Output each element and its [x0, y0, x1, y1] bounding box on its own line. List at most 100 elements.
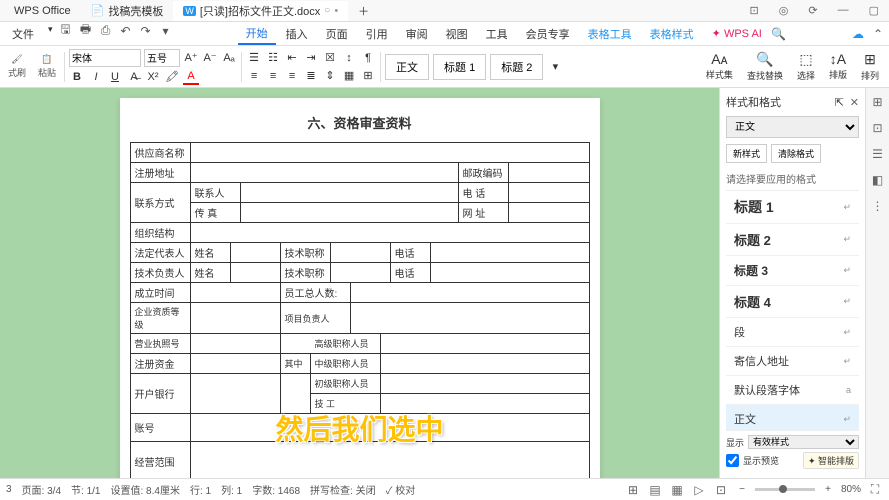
clear-style-button[interactable]: 清除格式: [771, 144, 821, 163]
view-icon-2[interactable]: ▤: [647, 482, 663, 498]
align-left-icon[interactable]: ≡: [246, 68, 262, 84]
view-icon-4[interactable]: ▷: [691, 482, 707, 498]
style-item-h4[interactable]: 标题 4↵: [726, 286, 859, 318]
cell-org[interactable]: 组织结构: [131, 223, 191, 242]
underline-icon[interactable]: U: [107, 69, 123, 85]
cell-capital[interactable]: 注册资金: [131, 354, 191, 373]
view-icon-5[interactable]: ⊡: [713, 482, 729, 498]
decrease-font-icon[interactable]: A⁻: [202, 50, 218, 66]
style-more-icon[interactable]: ▾: [547, 59, 563, 75]
document-canvas[interactable]: 六、资格审查资料 供应商名称 注册地址邮政编码 联系方式联系人电 话传 真网 址…: [0, 88, 719, 478]
find-replace-button[interactable]: 🔍查找替换: [741, 51, 789, 82]
italic-icon[interactable]: I: [88, 69, 104, 85]
style-item-h2[interactable]: 标题 2↵: [726, 224, 859, 256]
view-icon-3[interactable]: ▦: [669, 482, 685, 498]
menu-table-tool[interactable]: 表格工具: [580, 24, 640, 44]
menu-vip[interactable]: 会员专享: [518, 24, 578, 44]
align-right-icon[interactable]: ≡: [284, 68, 300, 84]
menu-review[interactable]: 审阅: [398, 24, 436, 44]
style-item-h1[interactable]: 标题 1↵: [726, 191, 859, 224]
cell-contact[interactable]: 联系方式: [131, 183, 191, 222]
shading-icon[interactable]: ▦: [341, 68, 357, 84]
win-icon-3[interactable]: ⟳: [802, 4, 823, 17]
zoom-slider[interactable]: [755, 488, 815, 491]
sort-button[interactable]: ↕A排版: [823, 51, 853, 82]
cell-address[interactable]: 注册地址: [131, 163, 191, 182]
wps-ai[interactable]: ✦ WPS AI: [704, 25, 770, 42]
zoom-level[interactable]: 80%: [841, 484, 861, 495]
clear-format-icon[interactable]: Aₐ: [221, 50, 237, 66]
view-icon-1[interactable]: ⊞: [625, 482, 641, 498]
style-list[interactable]: 标题 1↵ 标题 2↵ 标题 3↵ 标题 4↵ 段↵ 寄信人地址↵ 默认段落字体…: [726, 190, 859, 430]
arrange-button[interactable]: ⊞排列: [855, 51, 885, 82]
preview-checkbox[interactable]: [726, 454, 739, 467]
menu-start[interactable]: 开始: [238, 23, 276, 45]
cell-supplier[interactable]: 供应商名称: [131, 143, 191, 162]
font-size-select[interactable]: [144, 49, 180, 67]
smart-layout-button[interactable]: ✦ 智能排版: [803, 452, 859, 469]
zoom-in-icon[interactable]: +: [821, 484, 835, 495]
border-icon[interactable]: ⊞: [360, 68, 376, 84]
zoom-out-icon[interactable]: −: [735, 484, 749, 495]
style-set-button[interactable]: Aᴀ样式集: [700, 51, 739, 82]
cell-tech[interactable]: 技术负责人: [131, 263, 191, 282]
cell-legal[interactable]: 法定代表人: [131, 243, 191, 262]
side-icon-5[interactable]: ⋮: [870, 198, 886, 214]
cloud-icon[interactable]: ☁: [851, 27, 865, 41]
increase-font-icon[interactable]: A⁺: [183, 50, 199, 66]
menu-file[interactable]: 文件: [4, 24, 42, 44]
style-item-sender[interactable]: 寄信人地址↵: [726, 347, 859, 376]
show-select[interactable]: 有效样式: [748, 435, 859, 449]
panel-close-icon[interactable]: ✕: [850, 96, 859, 109]
fullscreen-icon[interactable]: ⛶: [867, 482, 883, 498]
menu-page[interactable]: 页面: [318, 24, 356, 44]
menu-reference[interactable]: 引用: [358, 24, 396, 44]
maximize-icon[interactable]: ▢: [863, 4, 885, 17]
paste-group[interactable]: 📋粘贴: [34, 54, 60, 79]
menu-tools[interactable]: 工具: [478, 24, 516, 44]
status-words[interactable]: 字数: 1468: [252, 482, 300, 497]
cell-founded[interactable]: 成立时间: [131, 283, 191, 302]
strike-icon[interactable]: A̶: [126, 69, 142, 85]
para-icon[interactable]: ¶: [360, 50, 376, 66]
style-h2-button[interactable]: 标题 2: [490, 54, 543, 80]
redo-icon[interactable]: ↷: [139, 24, 153, 38]
document-tab[interactable]: W [只读]招标文件正文.docx ○ •: [173, 1, 348, 21]
status-spell[interactable]: 拼写检查: 关闭: [310, 482, 376, 497]
side-icon-3[interactable]: ☰: [870, 146, 886, 162]
side-icon-4[interactable]: ◧: [870, 172, 886, 188]
bullet-list-icon[interactable]: ☰: [246, 50, 262, 66]
indent-icon[interactable]: ⇥: [303, 50, 319, 66]
style-h1-button[interactable]: 标题 1: [433, 54, 486, 80]
line-spacing-icon[interactable]: ⇕: [322, 68, 338, 84]
collapse-icon[interactable]: ⌃: [871, 27, 885, 41]
cell-license[interactable]: 营业执照号: [131, 334, 191, 353]
undo-icon[interactable]: ↶: [119, 24, 133, 38]
style-item-h3[interactable]: 标题 3↵: [726, 256, 859, 286]
cell-bank[interactable]: 开户银行: [131, 374, 191, 413]
select-button[interactable]: ⬚选择: [791, 51, 821, 82]
template-tab[interactable]: 📄 找稿壳模板: [81, 1, 174, 21]
style-body-button[interactable]: 正文: [385, 54, 429, 80]
app-tab[interactable]: WPS Office: [4, 3, 81, 19]
save-icon[interactable]: 🖫: [59, 24, 73, 38]
align-center-icon[interactable]: ≡: [265, 68, 281, 84]
highlight-icon[interactable]: 🖍: [164, 69, 180, 85]
font-color-icon[interactable]: A: [183, 69, 199, 85]
menu-table-style[interactable]: 表格样式: [642, 24, 702, 44]
print-icon[interactable]: 🖶: [79, 24, 93, 38]
win-icon-1[interactable]: ⊡: [744, 4, 765, 17]
status-proof[interactable]: ✓ 校对: [386, 482, 416, 497]
cell-qual[interactable]: 企业资质等级: [131, 303, 191, 333]
status-page[interactable]: 页面: 3/4: [22, 482, 61, 497]
format-brush-group[interactable]: 🖌式刷: [4, 54, 30, 79]
search-icon[interactable]: 🔍: [772, 27, 786, 41]
side-icon-2[interactable]: ⊡: [870, 120, 886, 136]
new-style-button[interactable]: 新样式: [726, 144, 767, 163]
tab-close-icon[interactable]: ○: [324, 5, 330, 16]
current-style-select[interactable]: 正文: [726, 116, 859, 138]
menu-view[interactable]: 视图: [438, 24, 476, 44]
char-icon[interactable]: ☒: [322, 50, 338, 66]
sort-icon[interactable]: ↕: [341, 50, 357, 66]
win-icon-2[interactable]: ◎: [773, 4, 795, 17]
